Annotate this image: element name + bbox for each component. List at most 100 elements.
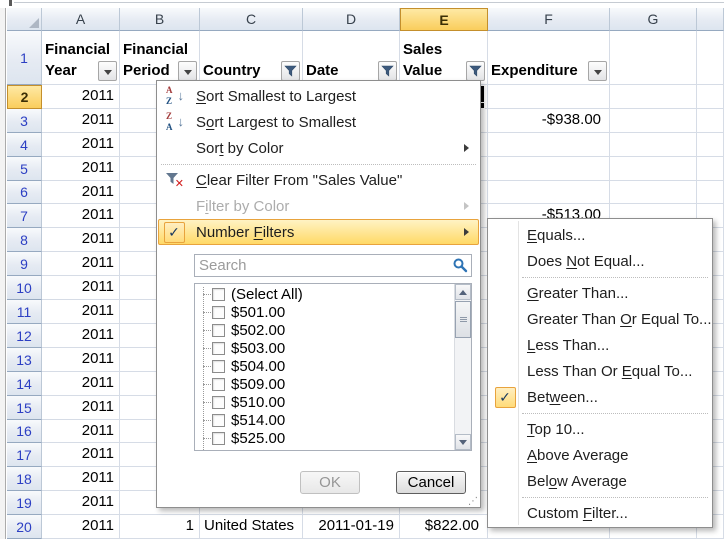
- column-header-F[interactable]: F: [488, 8, 610, 31]
- cell-x2[interactable]: [697, 85, 724, 109]
- menu-item-below-average[interactable]: Below Average: [489, 468, 711, 494]
- cell-E1[interactable]: Sales Value: [400, 31, 488, 85]
- cell-G6[interactable]: [610, 181, 697, 204]
- cell-x6[interactable]: [697, 181, 724, 204]
- filter-button-A[interactable]: [98, 61, 117, 81]
- filter-value-item-501-00[interactable]: $501.00: [195, 303, 454, 321]
- checkbox[interactable]: [212, 288, 225, 301]
- cell-A9[interactable]: 2011: [42, 252, 120, 276]
- column-header-B[interactable]: B: [120, 8, 200, 31]
- cell-G3[interactable]: [610, 109, 697, 133]
- row-header-7[interactable]: 7: [7, 204, 42, 228]
- cell-F3[interactable]: -$938.00: [488, 109, 610, 133]
- menu-item-sort-by-color[interactable]: Sort by Color: [158, 135, 479, 161]
- cell-x4[interactable]: [697, 133, 724, 157]
- filter-button-B[interactable]: [178, 61, 197, 81]
- checkbox[interactable]: [212, 378, 225, 391]
- filter-value-item-502-00[interactable]: $502.00: [195, 321, 454, 339]
- row-header-10[interactable]: 10: [7, 276, 42, 300]
- scroll-thumb[interactable]: [455, 301, 471, 338]
- row-header-3[interactable]: 3: [7, 109, 42, 133]
- menu-item-between[interactable]: ✓Between...: [489, 384, 711, 410]
- row-header-14[interactable]: 14: [7, 372, 42, 396]
- row-header-17[interactable]: 17: [7, 443, 42, 467]
- menu-item-greater-than-or-equal-to[interactable]: Greater Than Or Equal To...: [489, 306, 711, 332]
- cell-G5[interactable]: [610, 157, 697, 181]
- cell-A20[interactable]: 2011: [42, 515, 120, 539]
- cell-A7[interactable]: 2011: [42, 204, 120, 228]
- cancel-button[interactable]: Cancel: [396, 471, 466, 494]
- checkbox[interactable]: [212, 360, 225, 373]
- row-header-19[interactable]: 19: [7, 491, 42, 515]
- cell-x3[interactable]: [697, 109, 724, 133]
- filter-value-item-partial[interactable]: [195, 447, 454, 451]
- cell-A10[interactable]: 2011: [42, 276, 120, 300]
- cell-A4[interactable]: 2011: [42, 133, 120, 157]
- menu-item-above-average[interactable]: Above Average: [489, 442, 711, 468]
- checkbox[interactable]: [212, 432, 225, 445]
- checkbox[interactable]: [212, 450, 225, 452]
- menu-item-sort-largest-to-smallest[interactable]: ZA↓Sort Largest to Smallest: [158, 109, 479, 135]
- menu-item-equals[interactable]: Equals...: [489, 222, 711, 248]
- cell-A11[interactable]: 2011: [42, 300, 120, 324]
- list-scrollbar[interactable]: [454, 284, 471, 450]
- cell-A14[interactable]: 2011: [42, 372, 120, 396]
- menu-item-custom-filter[interactable]: Custom Filter...: [489, 500, 711, 526]
- menu-item-number-filters[interactable]: ✓Number Filters: [158, 219, 479, 245]
- cell-A17[interactable]: 2011: [42, 443, 120, 467]
- row-header-8[interactable]: 8: [7, 228, 42, 252]
- filter-value-item-504-00[interactable]: $504.00: [195, 357, 454, 375]
- row-header-5[interactable]: 5: [7, 157, 42, 181]
- select-all-corner[interactable]: [7, 8, 42, 31]
- cell-G1[interactable]: [610, 31, 697, 85]
- menu-item-does-not-equal[interactable]: Does Not Equal...: [489, 248, 711, 274]
- checkbox[interactable]: [212, 342, 225, 355]
- resize-grip[interactable]: ⋰: [468, 497, 478, 507]
- cell-C1[interactable]: Country: [200, 31, 303, 85]
- cell-E20[interactable]: $822.00: [400, 515, 488, 539]
- menu-item-less-than[interactable]: Less Than...: [489, 332, 711, 358]
- search-input[interactable]: [194, 254, 472, 277]
- row-header-9[interactable]: 9: [7, 252, 42, 276]
- ok-button[interactable]: OK: [300, 471, 360, 494]
- cell-A6[interactable]: 2011: [42, 181, 120, 204]
- menu-item-sort-smallest-to-largest[interactable]: AZ↓Sort Smallest to Largest: [158, 83, 479, 109]
- row-header-13[interactable]: 13: [7, 348, 42, 372]
- cell-C20[interactable]: United States: [200, 515, 303, 539]
- cell-G4[interactable]: [610, 133, 697, 157]
- column-header-G[interactable]: G: [610, 8, 697, 31]
- cell-F6[interactable]: [488, 181, 610, 204]
- search-icon[interactable]: [452, 257, 468, 273]
- cell-D20[interactable]: 2011-01-19: [303, 515, 400, 539]
- row-header-15[interactable]: 15: [7, 396, 42, 420]
- row-header-6[interactable]: 6: [7, 181, 42, 204]
- filter-button-E[interactable]: [466, 61, 485, 81]
- cell-B20[interactable]: 1: [120, 515, 200, 539]
- filter-value-item-509-00[interactable]: $509.00: [195, 375, 454, 393]
- checkbox[interactable]: [212, 414, 225, 427]
- cell-x1[interactable]: [697, 31, 724, 85]
- cell-x5[interactable]: [697, 157, 724, 181]
- cell-A15[interactable]: 2011: [42, 396, 120, 420]
- cell-D1[interactable]: Date: [303, 31, 400, 85]
- checkbox[interactable]: [212, 306, 225, 319]
- cell-A18[interactable]: 2011: [42, 467, 120, 491]
- cell-F4[interactable]: [488, 133, 610, 157]
- menu-item-less-than-or-equal-to[interactable]: Less Than Or Equal To...: [489, 358, 711, 384]
- row-header-2[interactable]: 2: [7, 85, 42, 109]
- cell-A19[interactable]: 2011: [42, 491, 120, 515]
- cell-A12[interactable]: 2011: [42, 324, 120, 348]
- column-header-partial[interactable]: [697, 8, 724, 31]
- column-header-D[interactable]: D: [303, 8, 400, 31]
- filter-button-F[interactable]: [588, 61, 607, 81]
- checkbox[interactable]: [212, 324, 225, 337]
- filter-value-item-select-all[interactable]: (Select All): [195, 285, 454, 303]
- column-header-E[interactable]: E: [400, 8, 488, 31]
- row-header-16[interactable]: 16: [7, 420, 42, 443]
- cell-F5[interactable]: [488, 157, 610, 181]
- column-header-A[interactable]: A: [42, 8, 120, 31]
- row-header-20[interactable]: 20: [7, 515, 42, 539]
- menu-item-top-10[interactable]: Top 10...: [489, 416, 711, 442]
- menu-item-greater-than[interactable]: Greater Than...: [489, 280, 711, 306]
- filter-button-C[interactable]: [281, 61, 300, 81]
